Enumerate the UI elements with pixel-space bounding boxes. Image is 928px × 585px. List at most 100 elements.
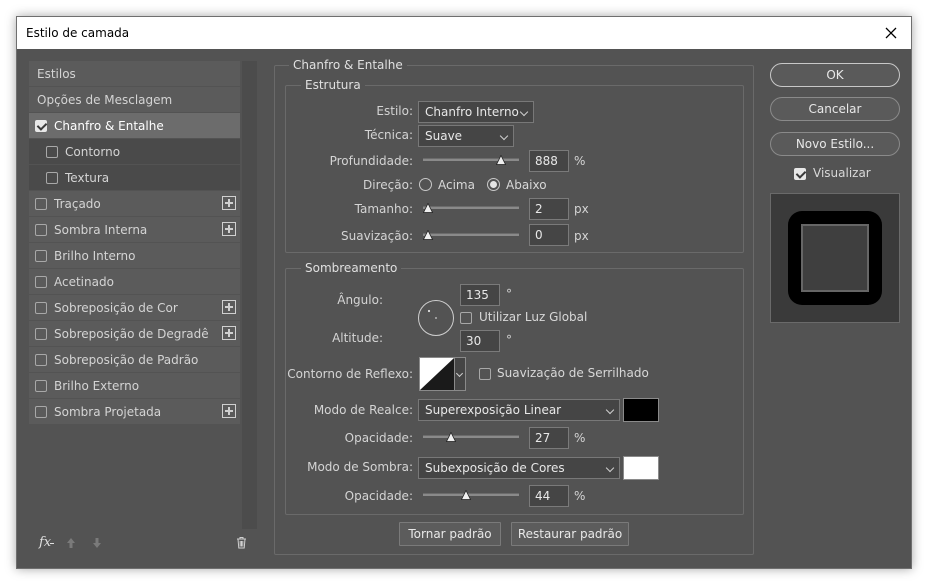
highlight-opacity-input[interactable]: 27 xyxy=(529,427,569,449)
style-item-checkbox[interactable] xyxy=(46,171,58,184)
move-down-icon[interactable] xyxy=(92,537,102,549)
preview-label: Visualizar xyxy=(813,166,871,180)
angle-input[interactable]: 135 xyxy=(460,284,500,306)
highlight-opacity-slider[interactable] xyxy=(423,432,519,442)
angle-dial[interactable] xyxy=(417,299,455,337)
technique-select[interactable]: Suave xyxy=(418,125,514,147)
style-item-sobreposicao-de-padrao[interactable]: Sobreposição de Padrão xyxy=(29,347,240,372)
add-effect-icon[interactable] xyxy=(222,222,236,236)
style-item-checkbox[interactable] xyxy=(35,379,47,392)
style-item-checkbox[interactable] xyxy=(35,119,47,132)
chevron-down-icon xyxy=(455,369,464,378)
shadow-opacity-thumb[interactable] xyxy=(460,490,471,500)
style-item-checkbox[interactable] xyxy=(35,275,47,288)
size-input[interactable]: 2 xyxy=(529,198,569,220)
style-item-label: Sobreposição de Padrão xyxy=(54,352,199,367)
size-unit: px xyxy=(574,202,589,216)
close-button[interactable] xyxy=(871,17,911,49)
style-item-sombra-interna[interactable]: Sombra Interna xyxy=(29,217,240,242)
gloss-contour-dropdown[interactable] xyxy=(455,357,466,391)
move-up-icon[interactable] xyxy=(66,537,76,549)
size-slider-track xyxy=(423,206,519,209)
style-item-sombra-projetada[interactable]: Sombra Projetada xyxy=(29,399,240,424)
style-item-brilho-externo[interactable]: Brilho Externo xyxy=(29,373,240,398)
style-item-label: Brilho Externo xyxy=(54,378,140,393)
shadow-mode-label: Modo de Sombra: xyxy=(307,460,413,474)
direction-up-radio[interactable] xyxy=(419,178,432,191)
ok-button[interactable]: OK xyxy=(770,63,900,87)
add-effect-icon[interactable] xyxy=(222,300,236,314)
antialias-label: Suavização de Serrilhado xyxy=(497,366,649,380)
depth-slider-thumb[interactable] xyxy=(496,155,507,165)
make-default-button[interactable]: Tornar padrão xyxy=(399,522,501,546)
depth-input[interactable]: 888 xyxy=(529,150,569,172)
style-item-checkbox[interactable] xyxy=(35,223,47,236)
soften-input[interactable]: 0 xyxy=(529,224,569,246)
style-item-sobreposicao-de-degrade[interactable]: Sobreposição de Degradê xyxy=(29,321,240,346)
direction-down-radio[interactable] xyxy=(487,178,500,191)
shadow-opacity-slider[interactable] xyxy=(423,490,519,500)
style-item-checkbox[interactable] xyxy=(35,249,47,262)
style-item-checkbox[interactable] xyxy=(46,145,58,158)
soften-slider-thumb[interactable] xyxy=(423,230,433,240)
styles-list-toolbar: fx xyxy=(29,533,257,555)
altitude-unit: ° xyxy=(506,333,512,347)
style-item-label: Opções de Mesclagem xyxy=(37,92,173,107)
global-light-checkbox[interactable] xyxy=(460,312,472,324)
add-effect-icon[interactable] xyxy=(222,196,236,210)
highlight-mode-value: Superexposição Linear xyxy=(425,403,562,417)
style-item-label: Chanfro & Entalhe xyxy=(54,118,164,133)
altitude-input[interactable]: 30 xyxy=(460,330,500,352)
reset-default-button[interactable]: Restaurar padrão xyxy=(511,522,629,546)
style-item-checkbox[interactable] xyxy=(35,301,47,314)
new-style-button[interactable]: Novo Estilo... xyxy=(770,132,900,156)
style-item-label: Contorno xyxy=(65,144,121,159)
bevel-section-title: Chanfro & Entalhe xyxy=(289,58,407,72)
styles-list-scrollbar[interactable] xyxy=(242,61,257,529)
soften-label: Suavização: xyxy=(341,229,413,243)
highlight-opacity-thumb[interactable] xyxy=(446,432,457,442)
style-item-checkbox[interactable] xyxy=(35,327,47,340)
highlight-mode-select[interactable]: Superexposição Linear xyxy=(418,399,620,421)
style-item-estilos[interactable]: Estilos xyxy=(29,61,240,86)
style-item-tracado[interactable]: Traçado xyxy=(29,191,240,216)
cancel-button[interactable]: Cancelar xyxy=(770,97,900,121)
highlight-opacity-label: Opacidade: xyxy=(344,431,413,445)
direction-down-label: Abaixo xyxy=(506,178,547,192)
chevron-down-icon xyxy=(605,463,615,473)
chevron-down-icon xyxy=(605,405,615,415)
size-slider-thumb[interactable] xyxy=(423,203,433,213)
style-preview xyxy=(770,193,900,323)
trash-icon[interactable] xyxy=(236,536,247,549)
style-item-opcoes-de-mesclagem[interactable]: Opções de Mesclagem xyxy=(29,87,240,112)
size-slider[interactable] xyxy=(423,203,519,213)
style-item-acetinado[interactable]: Acetinado xyxy=(29,269,240,294)
highlight-color-swatch[interactable] xyxy=(623,398,659,422)
add-effect-icon[interactable] xyxy=(222,404,236,418)
soften-slider[interactable] xyxy=(423,230,519,240)
preview-checkbox[interactable] xyxy=(794,168,806,180)
gloss-contour-label: Contorno de Reflexo: xyxy=(287,367,413,381)
style-select[interactable]: Chanfro Interno xyxy=(418,101,534,123)
depth-slider[interactable] xyxy=(423,155,519,165)
shadow-mode-select[interactable]: Subexposição de Cores xyxy=(418,457,620,479)
shadow-color-swatch[interactable] xyxy=(623,456,659,480)
antialias-checkbox[interactable] xyxy=(479,368,491,380)
gloss-contour-preview[interactable] xyxy=(419,357,455,391)
style-item-checkbox[interactable] xyxy=(35,353,47,366)
add-effect-icon[interactable] xyxy=(222,326,236,340)
style-item-checkbox[interactable] xyxy=(35,405,47,418)
depth-label: Profundidade: xyxy=(329,154,413,168)
style-item-sobreposicao-de-cor[interactable]: Sobreposição de Cor xyxy=(29,295,240,320)
direction-label: Direção: xyxy=(363,178,413,192)
chevron-down-icon xyxy=(499,131,509,141)
altitude-label: Altitude: xyxy=(332,331,383,345)
angle-unit: ° xyxy=(506,287,512,301)
style-item-label: Estilos xyxy=(37,66,76,81)
style-item-contorno[interactable]: Contorno xyxy=(29,139,240,164)
style-item-checkbox[interactable] xyxy=(35,197,47,210)
style-item-chanfro-entalhe[interactable]: Chanfro & Entalhe xyxy=(29,113,240,138)
shadow-opacity-input[interactable]: 44 xyxy=(529,485,569,507)
style-item-textura[interactable]: Textura xyxy=(29,165,240,190)
style-item-brilho-interno[interactable]: Brilho Interno xyxy=(29,243,240,268)
